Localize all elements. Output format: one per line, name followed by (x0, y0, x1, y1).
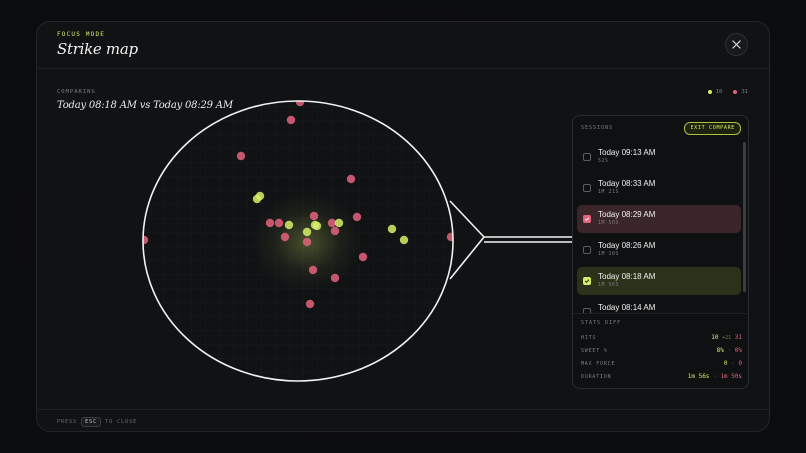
strike-dot-pink (295, 101, 305, 107)
stat-values: 0 · 0 (724, 360, 742, 367)
stat-values: 10 +21 31 (711, 334, 742, 341)
session-duration: 52S (598, 159, 609, 164)
stat-delta: +21 (722, 335, 732, 341)
strike-dot-pink (446, 232, 453, 242)
footer-suffix: TO CLOSE (105, 419, 138, 425)
stat-row-hits: HITS 10 +21 31 (581, 334, 742, 343)
strike-dot-pink (309, 211, 319, 221)
stat-a: 1m 56s (687, 373, 710, 380)
session-item[interactable]: Today 08:14 AM (577, 298, 741, 313)
strike-dot-pink (358, 252, 368, 262)
strike-dot-green (399, 235, 409, 245)
strike-dot-pink (330, 226, 340, 236)
stat-b: 31 (734, 334, 742, 341)
stat-b: 1m 50s (720, 373, 742, 380)
session-item[interactable]: Today 09:13 AM 52S (577, 143, 741, 171)
check-icon (584, 279, 590, 284)
stat-name: HITS (581, 335, 597, 341)
session-checkbox[interactable] (583, 153, 591, 161)
session-duration: 1M 50S (598, 221, 619, 226)
stat-row-max-force: MAX FORCE 0 · 0 (581, 360, 742, 369)
strike-dot-pink (302, 237, 312, 247)
sessions-sidebar: SESSIONS EXIT COMPARE Today 09:13 AM 52S… (572, 115, 749, 389)
strike-dot-pink (346, 174, 356, 184)
strike-dot-pink (352, 212, 362, 222)
check-icon (584, 217, 590, 222)
connector-lines (484, 236, 572, 243)
strike-dot-pink (274, 218, 284, 228)
strike-dot-pink (236, 151, 246, 161)
session-time: Today 08:33 AM (598, 179, 656, 188)
strike-dot-green (334, 218, 344, 228)
strike-dot-green (284, 220, 294, 230)
session-item[interactable]: Today 08:26 AM 1M 10S (577, 236, 741, 264)
stat-name: MAX FORCE (581, 361, 616, 367)
session-time: Today 08:26 AM (598, 241, 656, 250)
stat-sep: · (727, 347, 732, 354)
footer-hint: PRESS ESC TO CLOSE (57, 417, 137, 427)
sessions-header: SESSIONS EXIT COMPARE (573, 116, 748, 138)
session-duration: 1M 21S (598, 190, 619, 195)
stat-sep: · (713, 373, 717, 380)
stats-diff: STATS DIFF HITS 10 +21 31 SWEET % 8% · 0… (573, 313, 748, 388)
session-time: Today 09:13 AM (598, 148, 656, 157)
esc-key: ESC (81, 417, 102, 427)
strike-dot-green (310, 220, 320, 230)
session-checkbox-checked[interactable] (583, 277, 591, 285)
footer-press: PRESS (57, 419, 78, 425)
stat-name: SWEET % (581, 348, 608, 354)
session-item[interactable]: Today 08:33 AM 1M 21S (577, 174, 741, 202)
session-checkbox[interactable] (583, 184, 591, 192)
strike-dot-green (302, 227, 312, 237)
exit-compare-button[interactable]: EXIT COMPARE (684, 122, 741, 135)
stats-label: STATS DIFF (581, 320, 622, 326)
strike-dot-pink (143, 235, 149, 245)
strike-dot-pink (280, 232, 290, 242)
stat-row-sweet: SWEET % 8% · 0% (581, 347, 742, 356)
stat-a: 0 (723, 360, 728, 367)
strike-dot-pink (308, 265, 318, 275)
session-item-selected-green[interactable]: Today 08:18 AM 1M 56S (577, 267, 741, 295)
stat-a: 8% (716, 347, 724, 354)
session-checkbox-checked[interactable] (583, 215, 591, 223)
session-time: Today 08:29 AM (598, 210, 656, 219)
stat-b: 0 (738, 360, 742, 367)
stat-b: 0% (734, 347, 742, 354)
stat-values: 8% · 0% (717, 347, 742, 354)
strike-dot-pink (286, 115, 296, 125)
stat-values: 1m 56s · 1m 50s (688, 373, 742, 380)
strike-dot-green (387, 224, 397, 234)
sessions-label: SESSIONS (581, 125, 614, 131)
strike-dot-green (252, 194, 262, 204)
session-time: Today 08:18 AM (598, 272, 656, 281)
strike-dot-pink (305, 299, 315, 309)
strike-dot-pink (330, 273, 340, 283)
sessions-scrollbar[interactable] (743, 142, 746, 292)
stat-row-duration: DURATION 1m 56s · 1m 50s (581, 373, 742, 382)
session-duration: 1M 10S (598, 252, 619, 257)
connector-arrow (449, 200, 486, 280)
panel-footer: PRESS ESC TO CLOSE (37, 409, 769, 431)
session-item-selected-pink[interactable]: Today 08:29 AM 1M 50S (577, 205, 741, 233)
strike-dot-pink (265, 218, 275, 228)
focus-mode-panel: FOCUS MODE Strike map COMPARING Today 08… (36, 21, 770, 432)
stat-sep: · (731, 360, 735, 367)
session-time: Today 08:14 AM (598, 303, 656, 312)
stat-name: DURATION (581, 374, 612, 380)
session-duration: 1M 56S (598, 283, 619, 288)
sessions-list: Today 09:13 AM 52S Today 08:33 AM 1M 21S… (577, 143, 742, 313)
session-checkbox[interactable] (583, 246, 591, 254)
stat-a: 10 (711, 334, 719, 341)
